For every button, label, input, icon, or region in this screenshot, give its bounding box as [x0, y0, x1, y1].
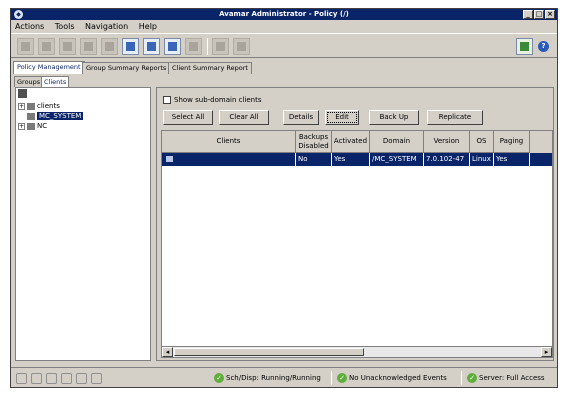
- tab-client-summary-report[interactable]: Client Summary Report: [168, 62, 252, 74]
- cell-domain: /MC_SYSTEM: [370, 153, 424, 166]
- menu-tools[interactable]: Tools: [55, 21, 75, 32]
- scheduler-status[interactable]: ✓ Sch/Disp: Running/Running: [214, 371, 321, 385]
- status-icon-1[interactable]: [16, 373, 27, 384]
- dashboard-icon[interactable]: [17, 38, 34, 55]
- tree-item-label: MC_SYSTEM: [37, 112, 84, 120]
- column-header-domain[interactable]: Domain: [370, 131, 424, 153]
- column-header-os[interactable]: OS: [470, 131, 494, 153]
- menu-bar: Actions Tools Navigation Help: [11, 21, 557, 32]
- select-all-button[interactable]: Select All: [163, 110, 213, 125]
- cell-version: 7.0.102-47: [424, 153, 470, 166]
- details-button[interactable]: Details: [283, 110, 319, 125]
- scroll-left-icon[interactable]: ◂: [162, 347, 173, 357]
- events-status[interactable]: ✓ No Unacknowledged Events: [337, 371, 447, 385]
- scrollbar-thumb[interactable]: [174, 348, 364, 356]
- checkbox-box[interactable]: [163, 96, 171, 104]
- cell-paging: Yes: [494, 153, 530, 166]
- edit-button[interactable]: Edit: [325, 110, 359, 125]
- cell-os: Linux: [470, 153, 494, 166]
- server-icon[interactable]: [101, 38, 118, 55]
- column-header-paging[interactable]: Paging: [494, 131, 530, 153]
- status-icon-3[interactable]: [46, 373, 57, 384]
- column-header-version[interactable]: Version: [424, 131, 470, 153]
- checkbox-label: Show sub-domain clients: [174, 96, 262, 104]
- app-window: ◆ Avamar Administrator - Policy (/) _ □ …: [10, 8, 558, 388]
- scroll-right-icon[interactable]: ▸: [541, 347, 552, 357]
- clients-panel: Show sub-domain clients Select All Clear…: [156, 87, 554, 361]
- column-header-clients[interactable]: Clients: [162, 131, 296, 153]
- clear-all-button[interactable]: Clear All: [219, 110, 269, 125]
- title-bar: ◆ Avamar Administrator - Policy (/) _ □ …: [11, 9, 557, 20]
- tree-item-nc[interactable]: + NC: [18, 121, 47, 131]
- edit-client-icon[interactable]: [143, 38, 160, 55]
- maximize-icon[interactable]: □: [534, 10, 544, 19]
- group-icon[interactable]: [212, 38, 229, 55]
- close-icon[interactable]: ×: [545, 10, 555, 19]
- column-header-activated[interactable]: Activated: [332, 131, 370, 153]
- tab-groups[interactable]: Groups: [14, 76, 44, 87]
- tab-policy-management[interactable]: Policy Management: [13, 61, 85, 74]
- menu-navigation[interactable]: Navigation: [85, 21, 128, 32]
- expand-icon[interactable]: +: [18, 122, 25, 130]
- cell-client: [162, 153, 296, 166]
- server-status-text: Server: Full Access: [479, 374, 545, 382]
- schedule-icon[interactable]: [233, 38, 250, 55]
- status-separator: [461, 371, 462, 385]
- replicate-button[interactable]: Replicate: [427, 110, 483, 125]
- horizontal-scrollbar[interactable]: ◂ ▸: [162, 346, 552, 357]
- show-subdomain-checkbox[interactable]: Show sub-domain clients: [163, 95, 261, 105]
- activity-icon[interactable]: [80, 38, 97, 55]
- toolbar-separator: [207, 38, 208, 55]
- status-bar: ✓ Sch/Disp: Running/Running ✓ No Unacknowl…: [11, 367, 557, 387]
- table-row[interactable]: No Yes /MC_SYSTEM 7.0.102-47 Linux Yes: [162, 153, 552, 166]
- client-details-icon[interactable]: [164, 38, 181, 55]
- tab-clients[interactable]: Clients: [41, 76, 70, 87]
- delete-client-icon[interactable]: [185, 38, 202, 55]
- scheduler-status-text: Sch/Disp: Running/Running: [226, 374, 321, 382]
- expand-icon[interactable]: +: [18, 102, 25, 110]
- domain-icon: [27, 102, 35, 110]
- cell-activated: Yes: [332, 153, 370, 166]
- window-title: Avamar Administrator - Policy (/): [219, 10, 349, 18]
- new-client-icon[interactable]: [122, 38, 139, 55]
- status-separator: [331, 371, 332, 385]
- status-icon-6[interactable]: [91, 373, 102, 384]
- tab-group-summary-reports[interactable]: Group Summary Reports: [82, 62, 171, 74]
- server-status[interactable]: ✓ Server: Full Access: [467, 371, 545, 385]
- backup-restore-icon[interactable]: [59, 38, 76, 55]
- menu-help[interactable]: Help: [139, 21, 157, 32]
- help-icon[interactable]: ?: [538, 41, 549, 52]
- check-icon: ✓: [467, 373, 477, 383]
- policy-icon[interactable]: [38, 38, 55, 55]
- main-tabs: Policy Management Group Summary Reports …: [11, 60, 557, 74]
- cell-backups-disabled: No: [296, 153, 332, 166]
- table-header: Clients Backups Disabled Activated Domai…: [162, 131, 552, 153]
- check-icon: ✓: [214, 373, 224, 383]
- tree-item-clients[interactable]: + clients: [18, 101, 60, 111]
- toolbar: ?: [11, 33, 557, 58]
- tree-item-label: NC: [37, 122, 48, 130]
- refresh-icon[interactable]: [516, 38, 533, 55]
- events-status-text: No Unacknowledged Events: [349, 374, 447, 382]
- tree-item-label: clients: [37, 102, 60, 110]
- minimize-icon[interactable]: _: [523, 10, 533, 19]
- status-icon-5[interactable]: [76, 373, 87, 384]
- domain-icon: [27, 112, 35, 120]
- menu-actions[interactable]: Actions: [15, 21, 44, 32]
- domain-tree: + clients MC_SYSTEM + NC: [15, 87, 151, 361]
- status-icon-2[interactable]: [31, 373, 42, 384]
- back-up-button[interactable]: Back Up: [369, 110, 419, 125]
- domain-icon: [27, 122, 35, 130]
- tree-item-mc-system[interactable]: MC_SYSTEM: [27, 111, 84, 121]
- status-icon-4[interactable]: [61, 373, 72, 384]
- client-icon: [166, 156, 173, 162]
- check-icon: ✓: [337, 373, 347, 383]
- clients-table: Clients Backups Disabled Activated Domai…: [161, 130, 553, 358]
- column-header-backups-disabled[interactable]: Backups Disabled: [296, 131, 332, 153]
- tree-header-icon: [18, 89, 27, 98]
